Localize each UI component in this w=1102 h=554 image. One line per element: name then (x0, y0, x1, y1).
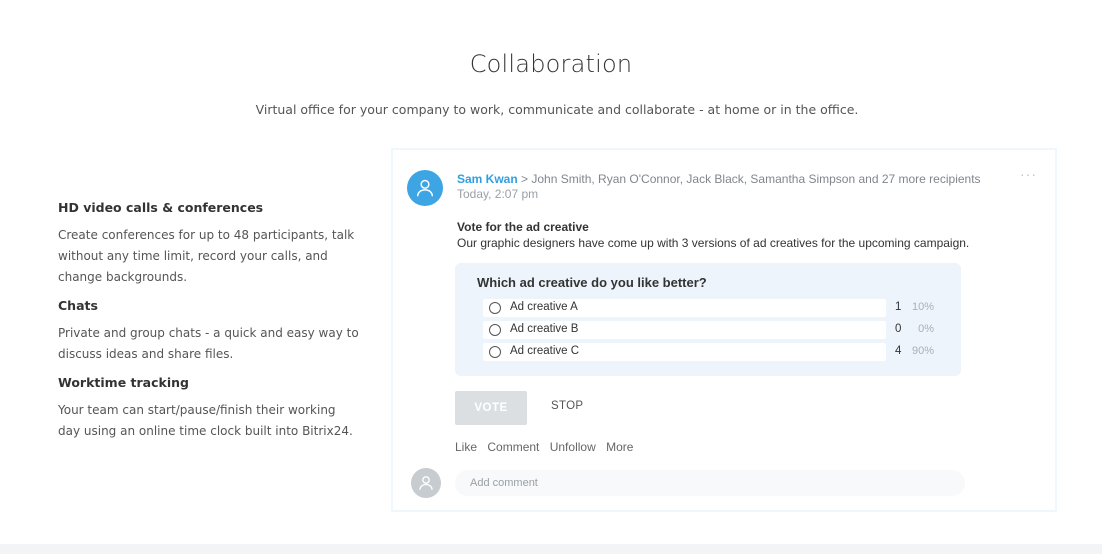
page-title: Collaboration (469, 50, 633, 78)
comment-input[interactable] (455, 470, 965, 496)
features-list: HD video calls & conferences Create conf… (58, 200, 368, 451)
poll-option-a[interactable]: Ad creative A 1 10% (483, 299, 934, 317)
poll-option-percent: 10% (911, 301, 934, 313)
post-timestamp: Today, 2:07 pm (457, 187, 539, 201)
poll-option-percent: 90% (911, 345, 934, 357)
footer-band (0, 544, 1102, 554)
poll-option-label: Ad creative C (510, 345, 580, 357)
post-title: Vote for the ad creative (457, 220, 589, 234)
feed-post-card: Sam Kwan > John Smith, Ryan O'Connor, Ja… (391, 148, 1057, 512)
post-body: Our graphic designers have come up with … (457, 236, 970, 250)
feature-title: Chats (58, 298, 98, 313)
poll-option-c[interactable]: Ad creative C 4 90% (483, 343, 934, 361)
feature-line: change backgrounds. (58, 270, 188, 284)
commenter-avatar (411, 468, 441, 498)
feature-line: Private and group chats - a quick and ea… (58, 326, 359, 340)
user-icon (419, 476, 433, 490)
feature-description: Create conferences for up to 48 particip… (58, 225, 368, 288)
post-actions: Like Comment Unfollow More (455, 440, 640, 454)
poll-radio[interactable] (489, 346, 501, 358)
vote-button[interactable]: VOTE (455, 391, 527, 425)
poll-option-count: 4 (895, 345, 902, 357)
poll-radio[interactable] (489, 324, 501, 336)
feature-line: day using an online time clock built int… (58, 424, 353, 438)
feature-worktime: Worktime tracking Your team can start/pa… (58, 375, 368, 442)
feature-video-calls: HD video calls & conferences Create conf… (58, 200, 368, 288)
post-recipients: > John Smith, Ryan O'Connor, Jack Black,… (517, 172, 981, 186)
unfollow-link[interactable]: Unfollow (550, 440, 596, 454)
feature-title: Worktime tracking (58, 375, 189, 390)
feature-line: Your team can start/pause/finish their w… (58, 403, 336, 417)
feature-chats: Chats Private and group chats - a quick … (58, 298, 368, 365)
feature-line: without any time limit, record your call… (58, 249, 328, 263)
feature-line: discuss ideas and share files. (58, 347, 234, 361)
like-link[interactable]: Like (455, 440, 477, 454)
author-name[interactable]: Sam Kwan (457, 172, 518, 186)
stop-button[interactable]: STOP (551, 400, 583, 412)
poll-option-b[interactable]: Ad creative B 0 0% (483, 321, 934, 339)
more-dots-icon[interactable]: ··· (1020, 166, 1037, 182)
feature-description: Your team can start/pause/finish their w… (58, 400, 368, 442)
poll-radio[interactable] (489, 302, 501, 314)
poll: Which ad creative do you like better? Ad… (455, 263, 961, 376)
poll-option-percent: 0% (918, 323, 934, 335)
feature-line: Create conferences for up to 48 particip… (58, 228, 355, 242)
poll-option-count: 1 (895, 301, 902, 313)
poll-option-label: Ad creative B (510, 323, 579, 335)
post-header: Sam Kwan > John Smith, Ryan O'Connor, Ja… (457, 172, 981, 186)
poll-option-count: 0 (895, 323, 902, 335)
author-avatar[interactable] (407, 170, 443, 206)
comment-link[interactable]: Comment (487, 440, 539, 454)
poll-question: Which ad creative do you like better? (477, 275, 707, 290)
feature-description: Private and group chats - a quick and ea… (58, 323, 368, 365)
feature-title: HD video calls & conferences (58, 200, 264, 215)
page-subtitle: Virtual office for your company to work,… (255, 102, 859, 117)
poll-option-label: Ad creative A (510, 301, 578, 313)
user-icon (416, 179, 434, 197)
more-link[interactable]: More (606, 440, 633, 454)
